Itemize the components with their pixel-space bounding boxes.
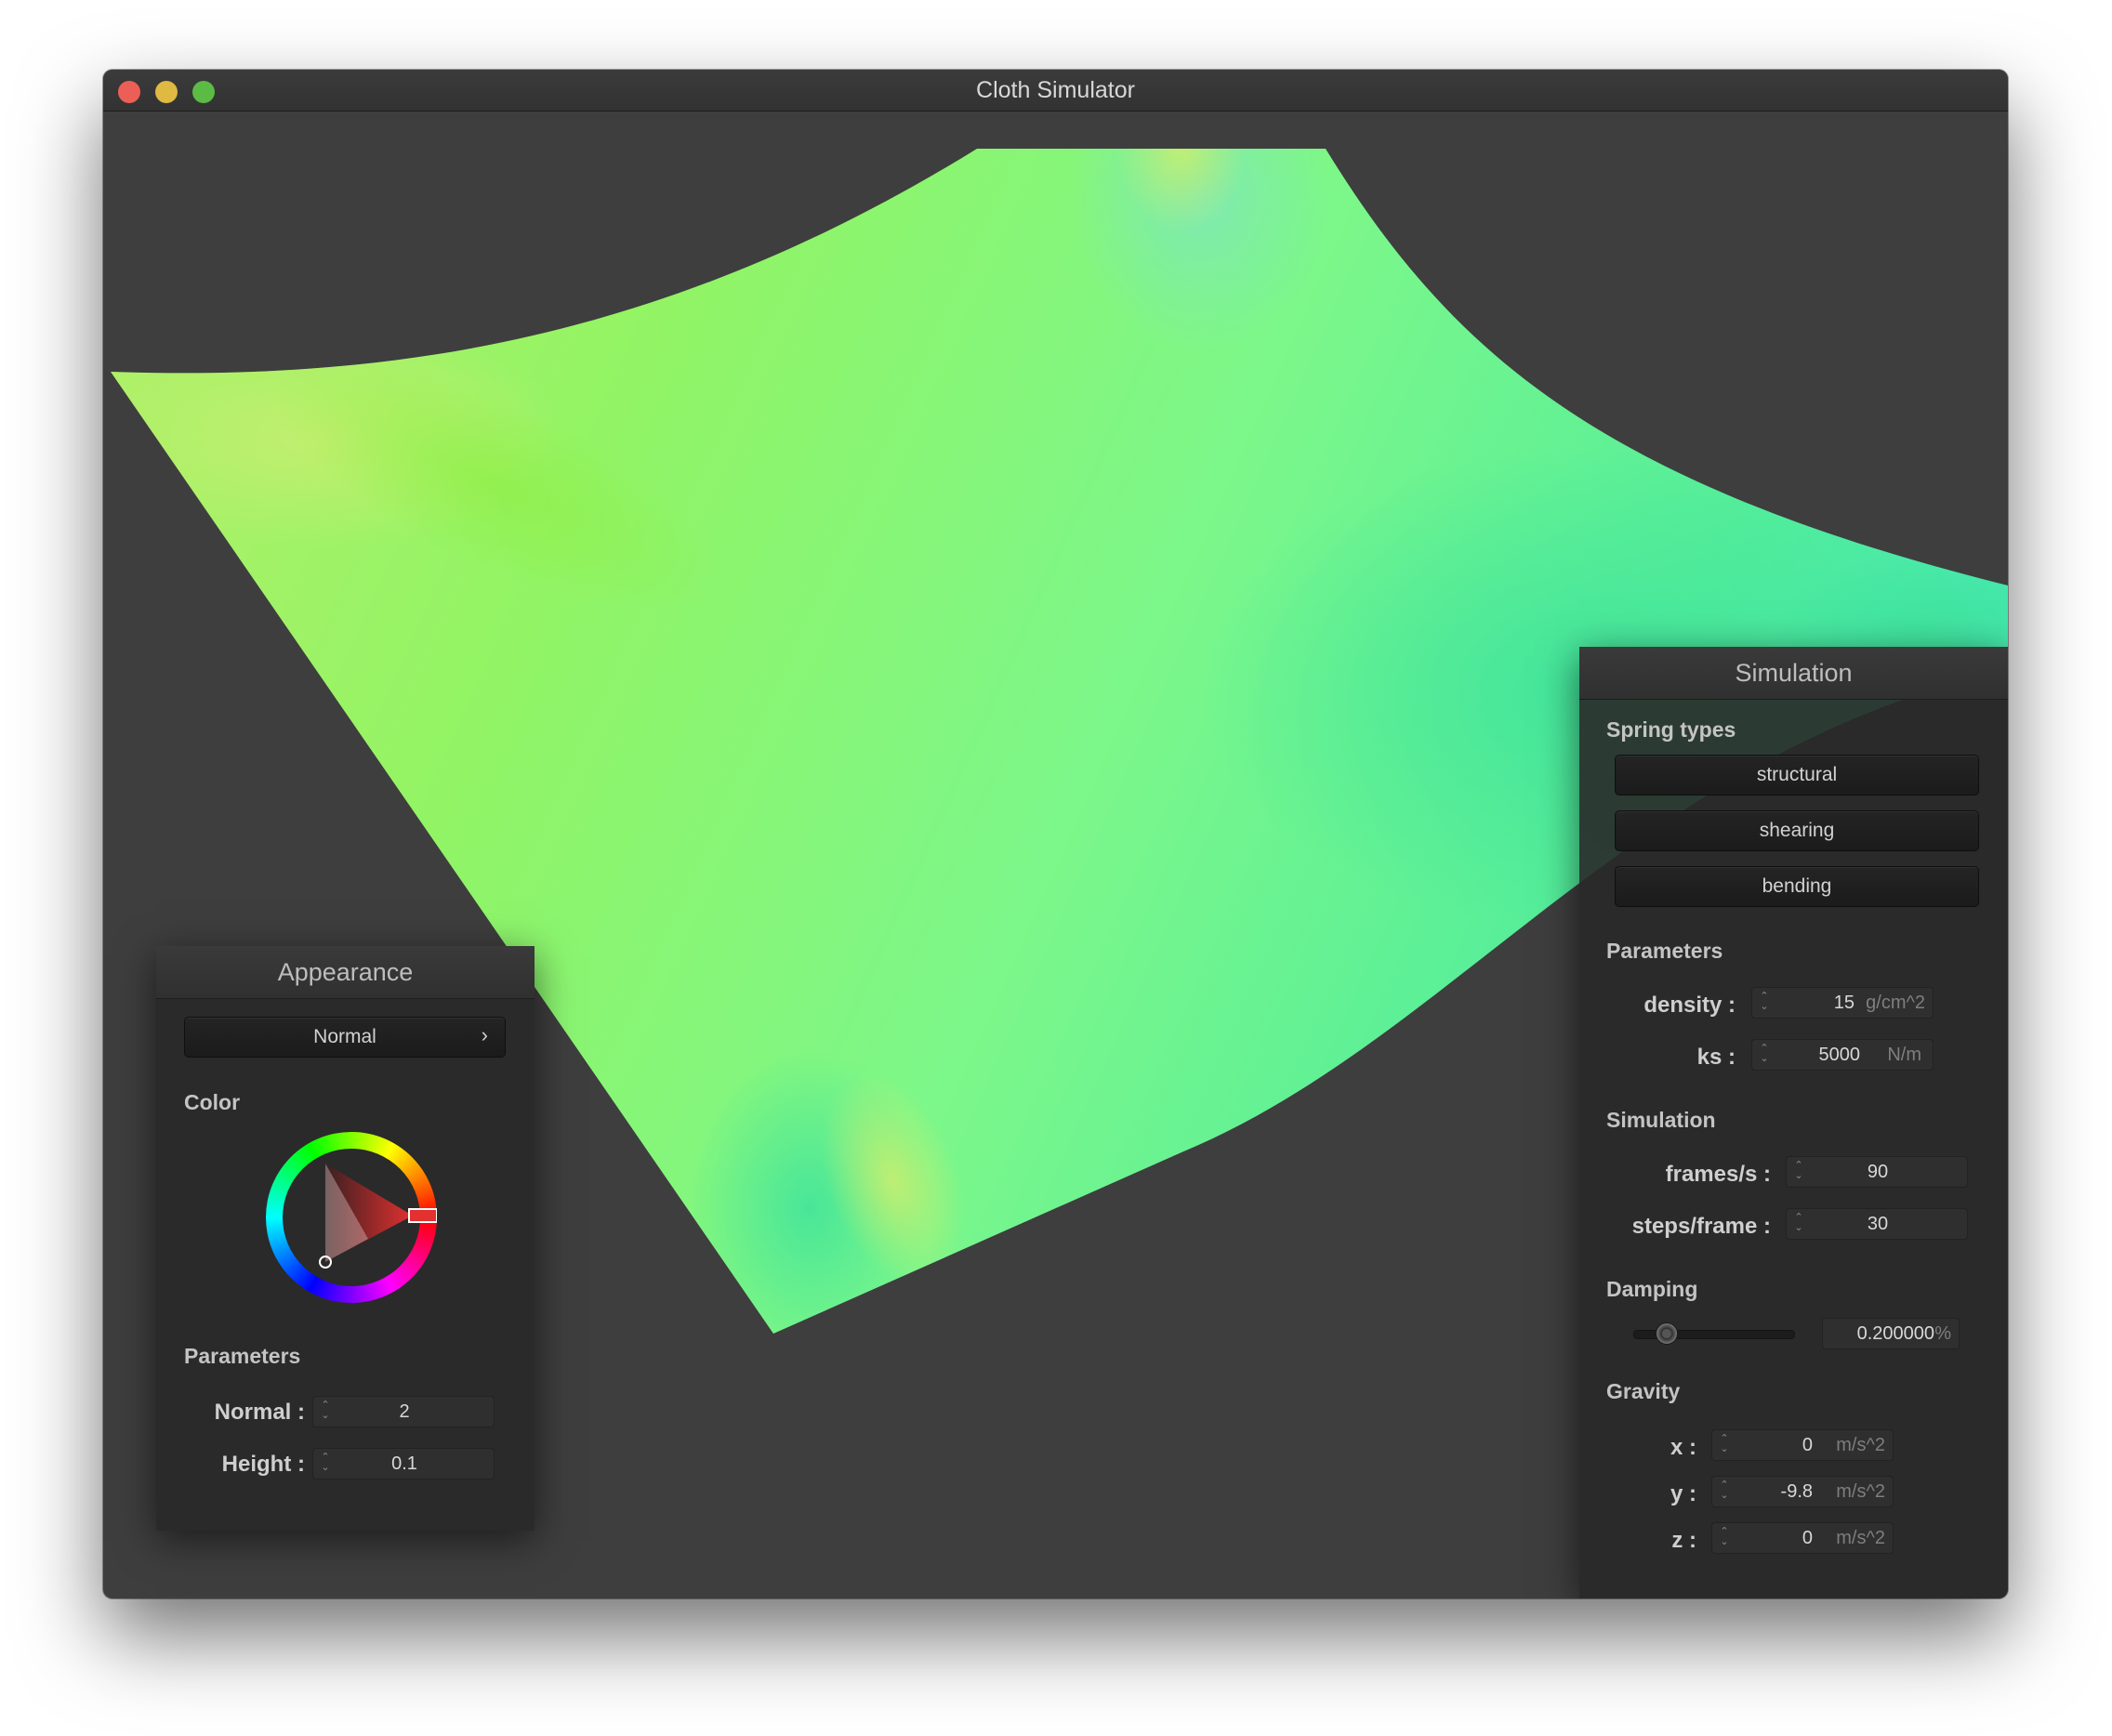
simulation-panel-title[interactable]: Simulation [1579,647,2008,700]
window-title: Cloth Simulator [976,77,1135,103]
gravity-z-label: z : [1671,1528,1696,1553]
frames-per-second-label: frames/s : [1665,1162,1771,1187]
damping-slider[interactable] [1633,1322,1795,1345]
density-label: density : [1643,993,1736,1018]
frames-per-second-input[interactable]: ⌃ ⌄ 90 [1786,1156,1968,1188]
app-window: Cloth Simulator Appearance Normal › Colo… [103,70,2008,1598]
spinner-arrows-icon[interactable]: ⌃ ⌄ [1758,992,1771,1014]
height-label: Height : [221,1452,305,1477]
appearance-panel: Appearance Normal › Color Parameters Nor… [156,946,535,1531]
ks-label: ks : [1696,1045,1736,1070]
gravity-x-label: x : [1670,1435,1696,1460]
color-triangle[interactable] [266,1132,437,1303]
color-section-heading: Color [184,1090,241,1114]
gravity-z-input[interactable]: ⌃ ⌄ 0 m/s^2 [1711,1522,1894,1554]
height-input[interactable]: ⌃ ⌄ 0.1 [312,1448,495,1480]
steps-per-frame-input[interactable]: ⌃ ⌄ 30 [1786,1208,1968,1240]
shader-select-label: Normal [313,1026,376,1047]
damping-heading: Damping [1606,1277,1698,1301]
shader-select[interactable]: Normal › [184,1017,506,1058]
appearance-params-heading: Parameters [184,1344,301,1368]
spinner-arrows-icon[interactable]: ⌃ ⌄ [1758,1044,1771,1066]
damping-input[interactable]: 0.200000 % [1822,1318,1960,1349]
ks-input[interactable]: ⌃ ⌄ 5000 N/m [1751,1039,1934,1071]
appearance-panel-title[interactable]: Appearance [156,946,535,999]
simulation-panel: Simulation Spring types structural shear… [1579,647,2008,1598]
shearing-button[interactable]: shearing [1615,810,1979,851]
spinner-arrows-icon[interactable]: ⌃ ⌄ [1718,1527,1731,1549]
gravity-heading: Gravity [1606,1379,1681,1403]
bending-button[interactable]: bending [1615,866,1979,907]
normal-label: Normal : [214,1400,305,1425]
sim-params-heading: Parameters [1606,939,1723,963]
steps-per-frame-label: steps/frame : [1631,1214,1771,1239]
density-input[interactable]: ⌃ ⌄ 15 g/cm^2 [1751,987,1934,1019]
structural-button[interactable]: structural [1615,755,1979,796]
chevron-right-icon: › [481,1023,488,1046]
gravity-y-input[interactable]: ⌃ ⌄ -9.8 m/s^2 [1711,1476,1894,1507]
gravity-x-input[interactable]: ⌃ ⌄ 0 m/s^2 [1711,1429,1894,1461]
gravity-y-label: y : [1670,1481,1696,1506]
damping-slider-knob[interactable] [1656,1322,1678,1345]
spinner-arrows-icon[interactable]: ⌃ ⌄ [1718,1434,1731,1456]
normal-input[interactable]: ⌃ ⌄ 2 [312,1396,495,1427]
spring-types-heading: Spring types [1606,717,1736,742]
simulation-rate-heading: Simulation [1606,1108,1716,1132]
spinner-arrows-icon[interactable]: ⌃ ⌄ [1718,1480,1731,1503]
color-wheel-icon[interactable] [266,1132,437,1303]
title-bar[interactable]: Cloth Simulator [103,70,2008,112]
